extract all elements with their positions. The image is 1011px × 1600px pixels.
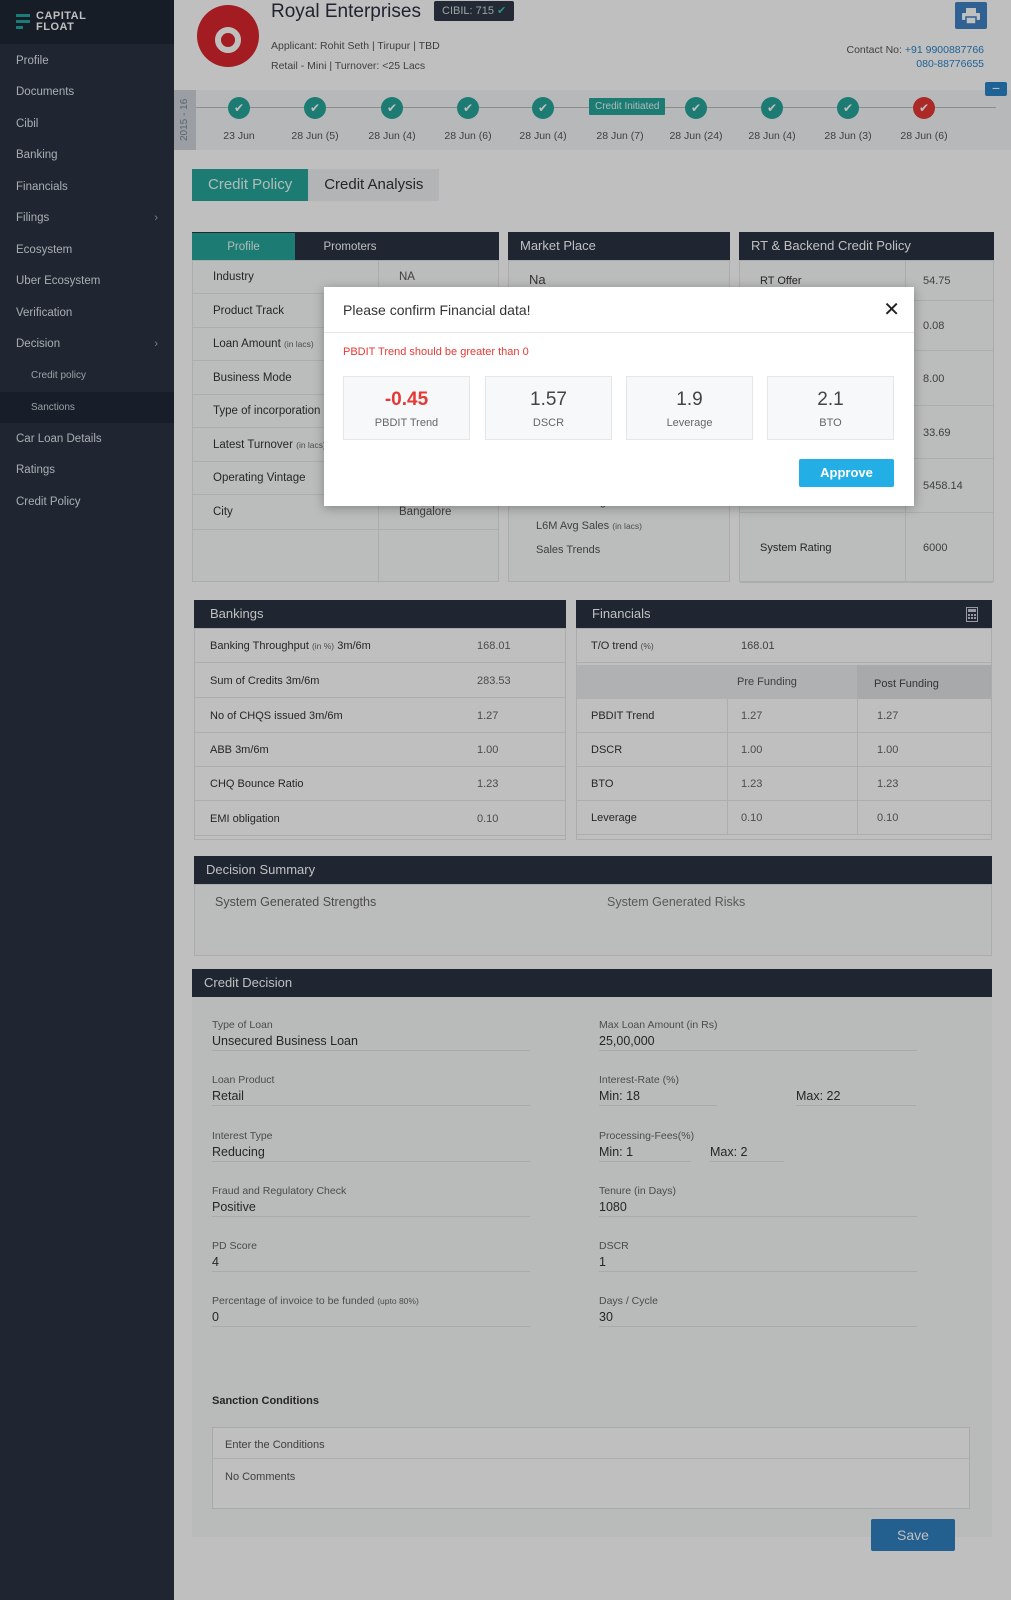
metric-value: 2.1: [817, 389, 844, 410]
modal-backdrop[interactable]: [0, 0, 1011, 1600]
metric-value: 1.57: [530, 389, 567, 410]
metric-label: PBDIT Trend: [374, 417, 439, 429]
modal-error-message: PBDIT Trend should be greater than 0: [343, 346, 529, 358]
modal-title: Please confirm Financial data!: [343, 302, 531, 318]
metric-value: -0.45: [384, 389, 429, 410]
metric-value: 1.9: [676, 389, 703, 410]
metric-card-dscr: 1.57 DSCR: [485, 376, 612, 440]
approve-button[interactable]: Approve: [799, 459, 894, 487]
metric-label: DSCR: [532, 417, 565, 429]
close-icon[interactable]: ✕: [883, 297, 900, 322]
metric-card-pbdit: -0.45 PBDIT Trend: [343, 376, 470, 440]
metric-label: Leverage: [666, 417, 713, 429]
metric-card-leverage: 1.9 Leverage: [626, 376, 753, 440]
metric-label: BTO: [819, 417, 842, 429]
modal-divider: [324, 332, 914, 333]
metric-card-bto: 2.1 BTO: [767, 376, 894, 440]
confirm-financial-modal: Please confirm Financial data! ✕ PBDIT T…: [324, 287, 914, 506]
